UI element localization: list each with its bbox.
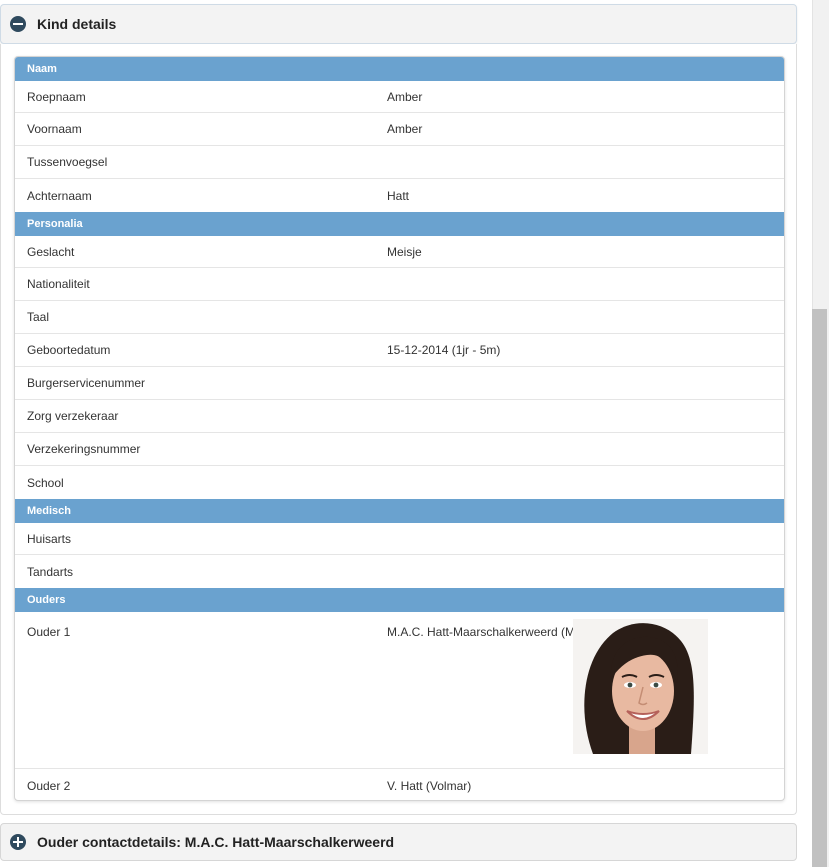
row-label: School — [27, 475, 64, 490]
row-label: Huisarts — [27, 531, 72, 546]
row-label: Voornaam — [27, 122, 82, 136]
table-row: School — [15, 466, 784, 499]
table-row: Nationaliteit — [15, 268, 784, 301]
minus-circle-icon[interactable] — [10, 16, 26, 32]
table-row: Achternaam Hatt — [15, 179, 784, 212]
table-row: Taal — [15, 301, 784, 334]
kind-details-header[interactable]: Kind details — [0, 4, 797, 44]
table-row: Zorg verzekeraar — [15, 400, 784, 433]
row-value: Amber — [387, 122, 423, 136]
details-card: Naam Roepnaam Amber Voornaam Amber Tusse… — [14, 56, 785, 801]
table-row: Huisarts — [15, 523, 784, 555]
table-row: Verzekeringsnummer — [15, 433, 784, 466]
kind-details-body: Naam Roepnaam Amber Voornaam Amber Tusse… — [0, 44, 797, 815]
table-row: Geslacht Meisje — [15, 236, 784, 268]
row-label: Geboortedatum — [27, 343, 111, 357]
table-row: Roepnaam Amber — [15, 81, 784, 113]
ouder-contactdetails-title: Ouder contactdetails: M.A.C. Hatt-Maarsc… — [37, 834, 395, 850]
kind-details-title: Kind details — [37, 16, 117, 32]
row-label: Taal — [27, 310, 50, 324]
table-row: Burgerservicenummer — [15, 367, 784, 400]
row-value: V. Hatt (Volmar) — [387, 778, 472, 793]
scrollbar-thumb[interactable] — [812, 309, 827, 867]
row-label: Burgerservicenummer — [27, 376, 146, 390]
ouder-contactdetails-header[interactable]: Ouder contactdetails: M.A.C. Hatt-Maarsc… — [0, 823, 797, 861]
table-row: Ouder 2 V. Hatt (Volmar) — [15, 769, 784, 800]
plus-circle-icon[interactable] — [10, 834, 26, 850]
row-label: Ouder 2 — [27, 778, 71, 793]
row-value-container: M.A.C. Hatt-Maarschalkerweerd (M — [387, 619, 784, 754]
row-label: Achternaam — [27, 188, 92, 203]
row-label: Verzekeringsnummer — [27, 442, 141, 456]
row-value: Hatt — [387, 188, 410, 203]
row-value: M.A.C. Hatt-Maarschalkerweerd (M — [387, 625, 576, 639]
row-label: Zorg verzekeraar — [27, 409, 119, 423]
row-label: Geslacht — [27, 244, 75, 259]
row-value: Meisje — [387, 244, 422, 259]
table-row: Geboortedatum 15-12-2014 (1jr - 5m) — [15, 334, 784, 367]
row-label: Tandarts — [27, 564, 74, 579]
row-label: Tussenvoegsel — [27, 155, 108, 169]
row-value: 15-12-2014 (1jr - 5m) — [387, 343, 501, 357]
table-row: Ouder 1 M.A.C. Hatt-Maarschalkerweerd (M — [15, 612, 784, 769]
parent-photo — [573, 619, 708, 754]
table-row: Tussenvoegsel — [15, 146, 784, 179]
section-heading-ouders: Ouders — [15, 588, 784, 612]
row-label: Nationaliteit — [27, 277, 90, 291]
section-heading-naam: Naam — [15, 57, 784, 81]
row-label: Roepnaam — [27, 89, 86, 104]
row-label: Ouder 1 — [27, 625, 71, 639]
table-row: Tandarts — [15, 555, 784, 588]
parent-photo-image — [573, 619, 708, 754]
table-row: Voornaam Amber — [15, 113, 784, 146]
section-heading-medisch: Medisch — [15, 499, 784, 523]
row-value: Amber — [387, 89, 423, 104]
section-heading-personalia: Personalia — [15, 212, 784, 236]
